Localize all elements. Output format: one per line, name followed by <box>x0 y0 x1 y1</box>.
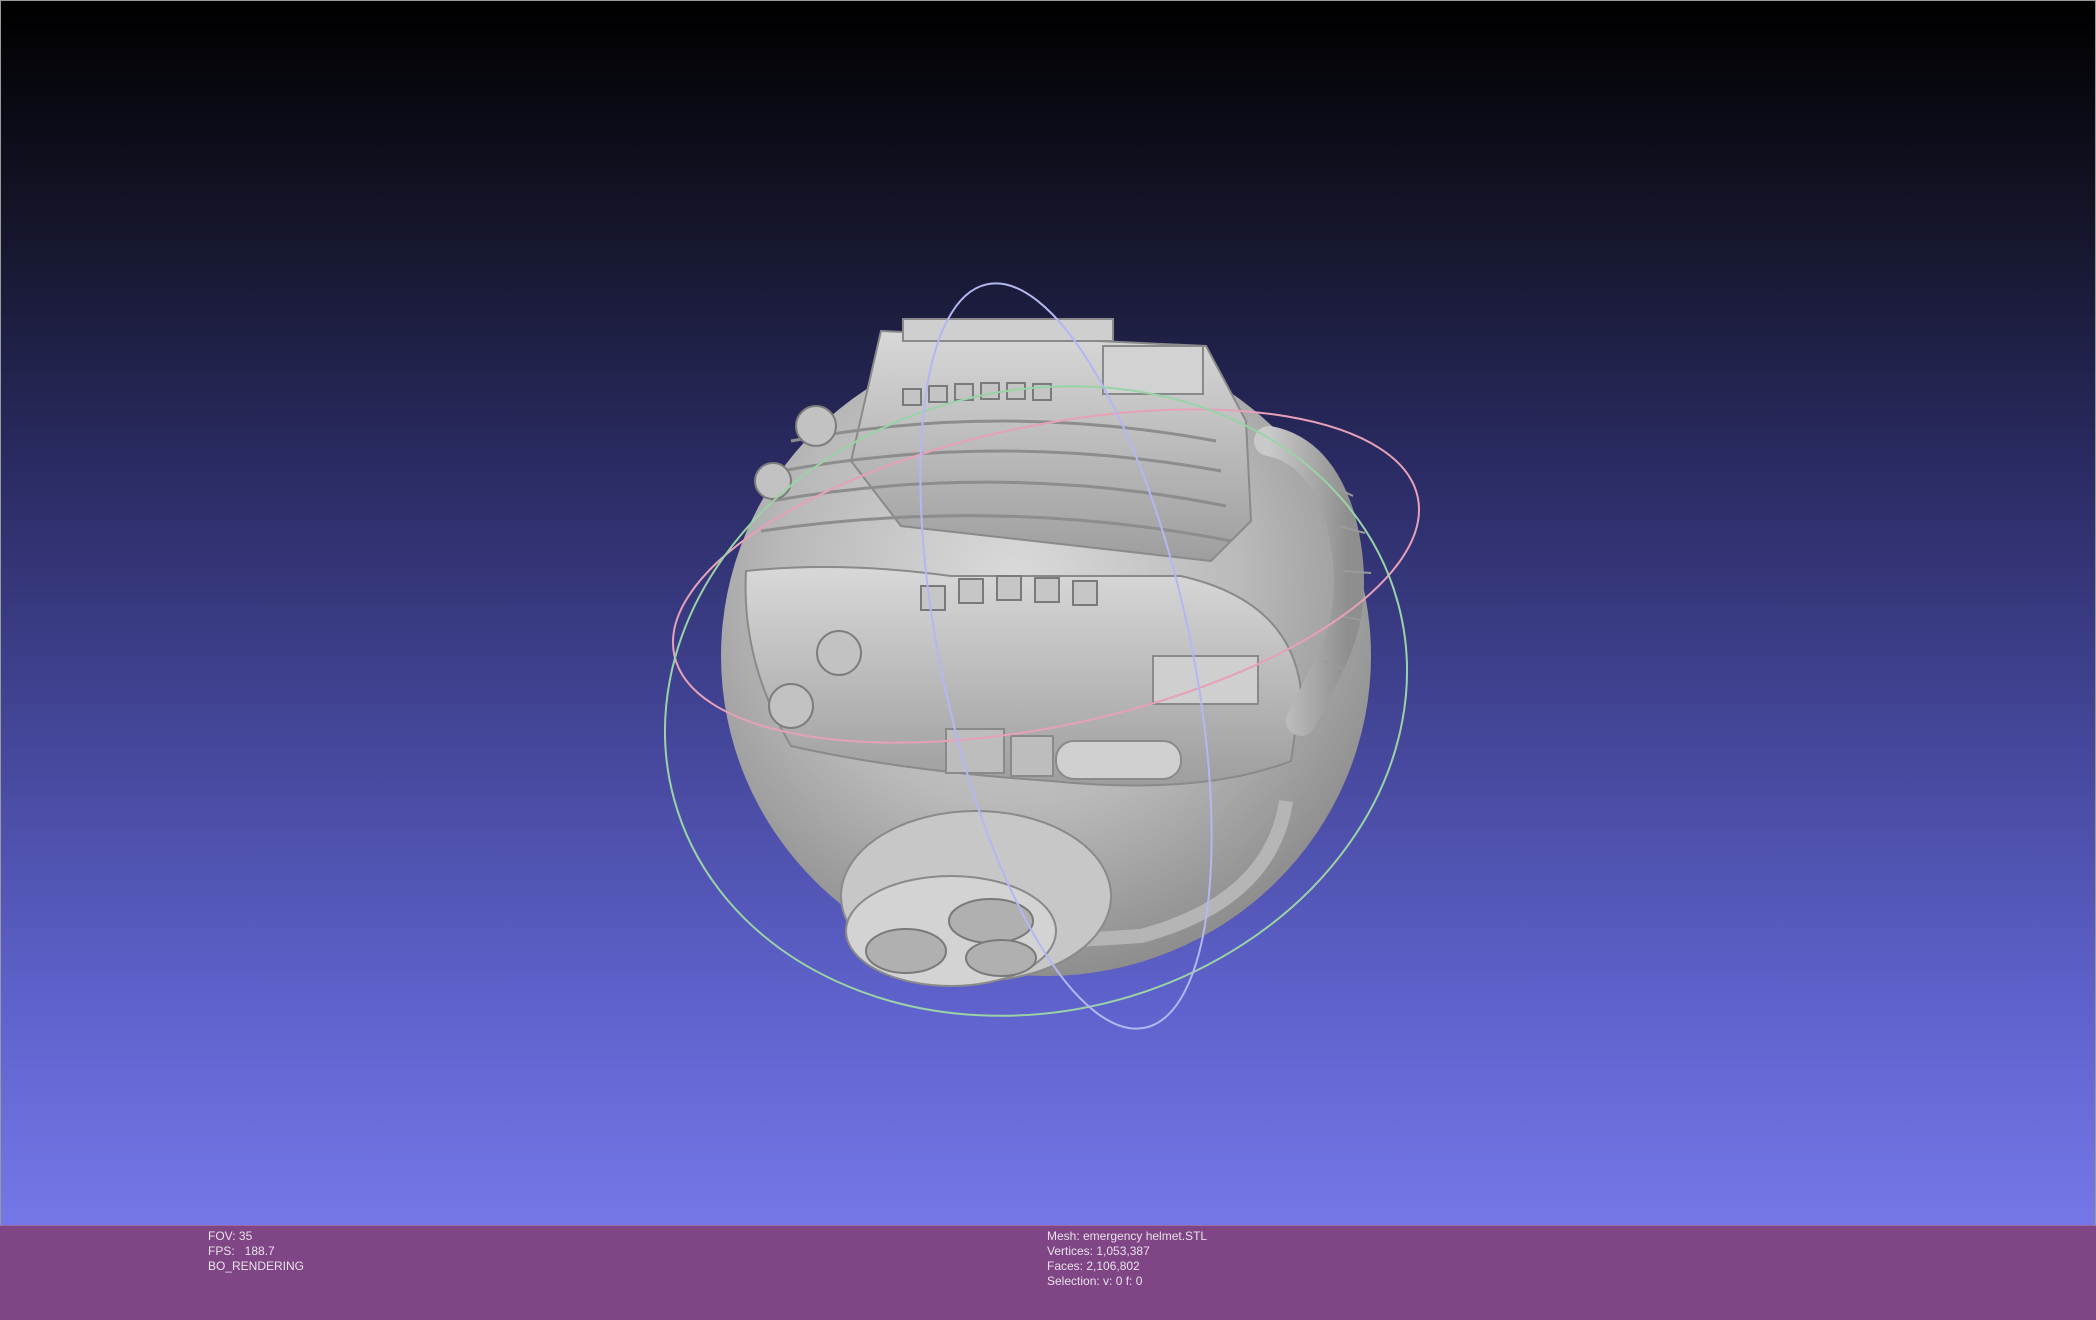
top-vents <box>902 318 1114 342</box>
helmet-mesh-render[interactable] <box>1 1 2096 1226</box>
side-plate <box>1152 655 1259 705</box>
render-mode-label: BO_RENDERING <box>208 1259 305 1273</box>
render-info: FOV: 35 FPS: 188.7 BO_RENDERING <box>208 1229 304 1274</box>
mesh-name-label: Mesh: emergency helmet.STL <box>1047 1229 1208 1243</box>
faces-label: Faces: 2,106,802 <box>1047 1259 1140 1273</box>
selection-label: Selection: v: 0 f: 0 <box>1047 1274 1143 1288</box>
mesh-info: Mesh: emergency helmet.STL Vertices: 1,0… <box>1047 1229 1207 1289</box>
vertices-label: Vertices: 1,053,387 <box>1047 1244 1150 1258</box>
fov-label: FOV: 35 <box>208 1229 253 1243</box>
status-info-bar: FOV: 35 FPS: 188.7 BO_RENDERING Mesh: em… <box>0 1225 2096 1320</box>
top-plate <box>1102 345 1204 395</box>
3d-viewport[interactable] <box>0 0 2096 1225</box>
fps-label: FPS: 188.7 <box>208 1244 275 1258</box>
hinge <box>1055 740 1182 780</box>
